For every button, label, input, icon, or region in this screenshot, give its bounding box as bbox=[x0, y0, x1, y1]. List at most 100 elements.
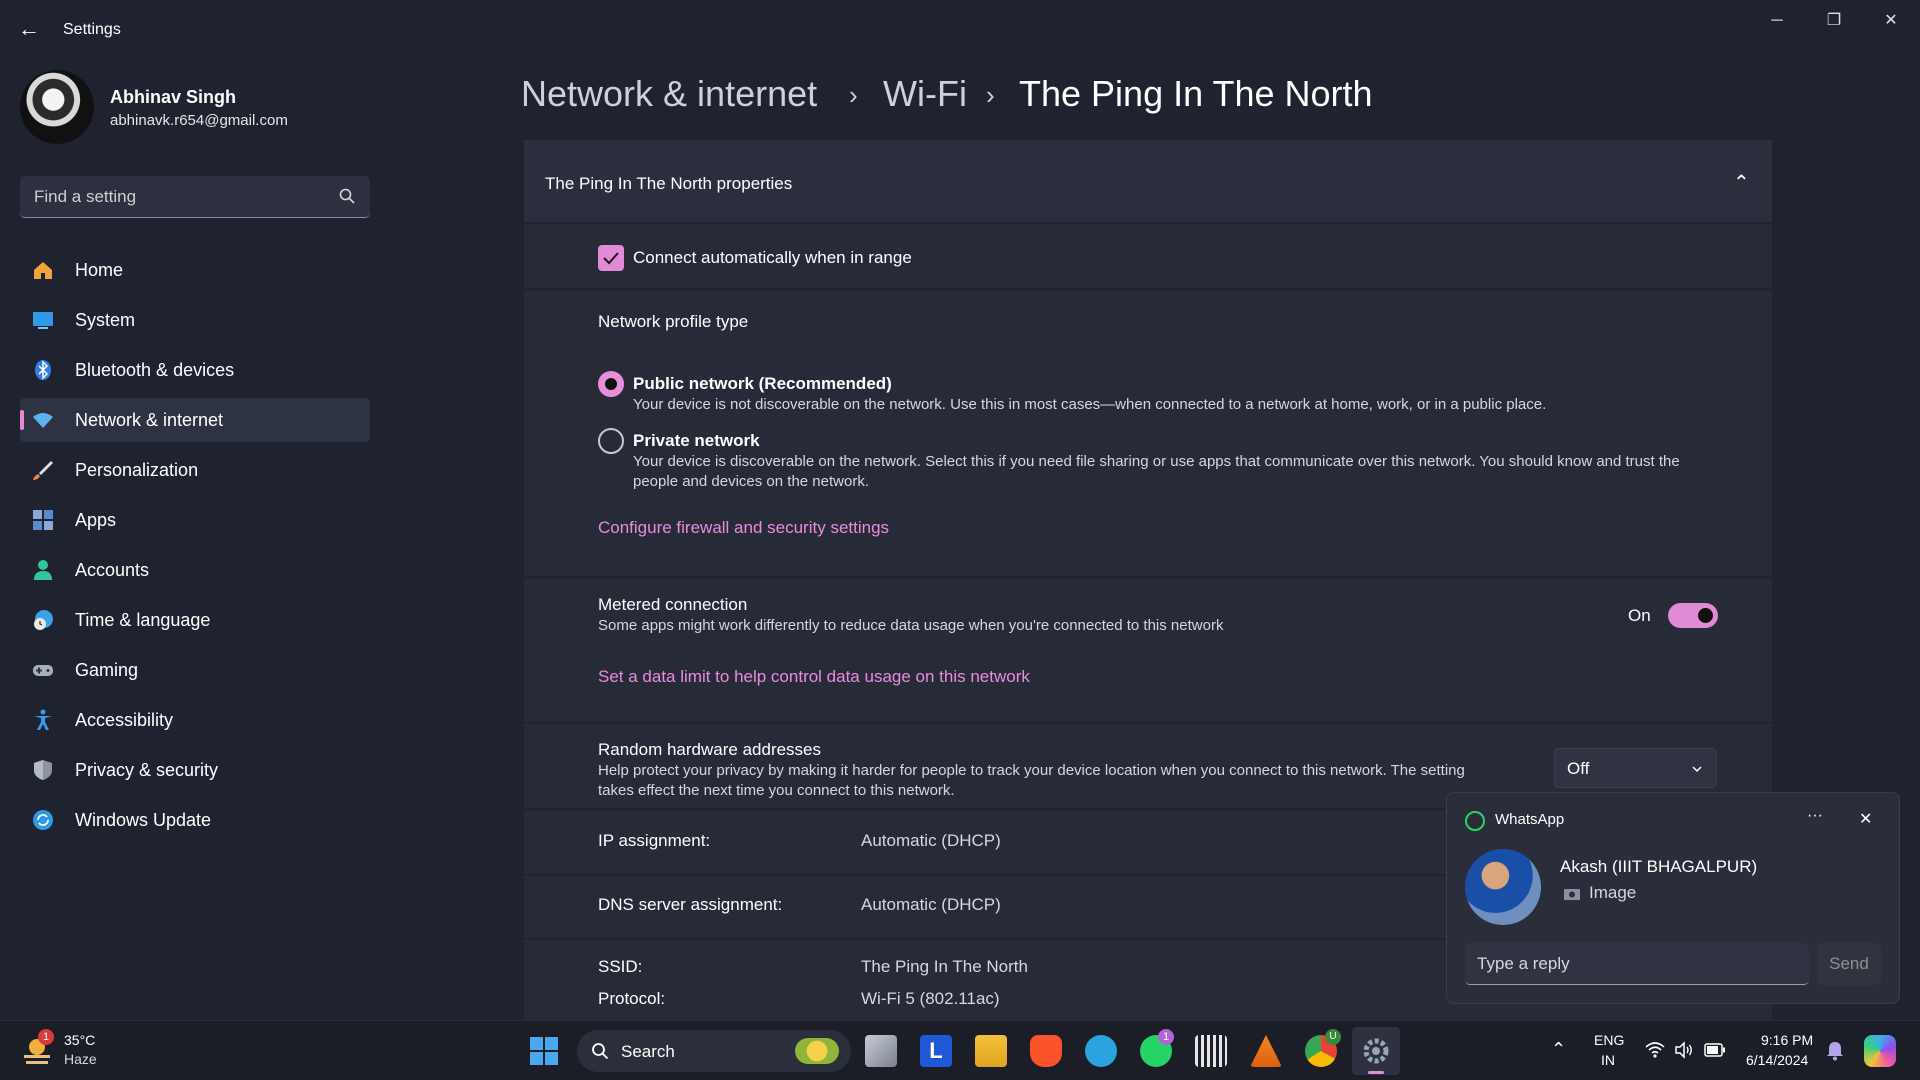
task-view-icon[interactable] bbox=[865, 1035, 897, 1067]
sidebar-item-home[interactable]: Home bbox=[20, 248, 370, 292]
sidebar-item-apps[interactable]: Apps bbox=[20, 498, 370, 542]
brave-browser-icon[interactable] bbox=[1030, 1035, 1062, 1067]
send-button[interactable]: Send bbox=[1817, 943, 1881, 985]
avatar[interactable] bbox=[20, 70, 94, 144]
sidebar-item-accessibility[interactable]: Accessibility bbox=[20, 698, 370, 742]
sender-name: Akash (IIIT BHAGALPUR) bbox=[1560, 857, 1758, 876]
back-button[interactable]: ← bbox=[18, 18, 42, 42]
weather-widget[interactable]: 1 bbox=[20, 1029, 60, 1069]
language-top[interactable]: ENG bbox=[1594, 1032, 1624, 1048]
settings-taskbar-button[interactable] bbox=[1352, 1027, 1400, 1075]
update-icon bbox=[33, 810, 53, 830]
dns-assignment-label: DNS server assignment: bbox=[598, 895, 783, 914]
contact-avatar bbox=[1465, 849, 1541, 925]
volume-icon[interactable] bbox=[1674, 1041, 1694, 1059]
sidebar-item-personalization[interactable]: Personalization bbox=[20, 448, 370, 492]
search-input[interactable]: Find a setting bbox=[20, 176, 370, 218]
sidebar-item-label: Gaming bbox=[75, 660, 139, 680]
breadcrumb-separator: › bbox=[849, 80, 858, 110]
restore-button[interactable]: ❐ bbox=[1806, 8, 1862, 34]
message-preview: Image bbox=[1589, 883, 1637, 902]
whatsapp-notification[interactable]: WhatsApp ··· ✕ Akash (IIIT BHAGALPUR) Im… bbox=[1446, 792, 1900, 1004]
protocol-value: Wi-Fi 5 (802.11ac) bbox=[861, 989, 1000, 1008]
private-network-label[interactable]: Private network bbox=[633, 431, 760, 451]
connect-auto-row: Connect automatically when in range bbox=[524, 224, 1772, 288]
public-network-label[interactable]: Public network (Recommended) bbox=[633, 374, 892, 394]
network-profile-section: Network profile type Public network (Rec… bbox=[524, 290, 1772, 576]
gamepad-icon bbox=[33, 665, 53, 676]
sidebar-item-label: Windows Update bbox=[75, 810, 212, 830]
connect-auto-checkbox[interactable] bbox=[598, 245, 624, 271]
sidebar-item-system[interactable]: System bbox=[20, 298, 370, 342]
random-hw-title: Random hardware addresses bbox=[598, 740, 822, 759]
toggle-knob bbox=[1698, 608, 1713, 623]
weather-desc: Haze bbox=[64, 1051, 97, 1067]
toast-close-icon[interactable]: ✕ bbox=[1859, 809, 1872, 829]
windows-start-icon[interactable] bbox=[529, 1036, 559, 1066]
sidebar-item-windows-update[interactable]: Windows Update bbox=[20, 798, 370, 842]
telegram-icon[interactable] bbox=[1085, 1035, 1117, 1067]
taskbar-search[interactable]: Search bbox=[577, 1030, 851, 1072]
random-hw-dropdown[interactable]: Off bbox=[1554, 748, 1717, 788]
clock-date[interactable]: 6/14/2024 bbox=[1746, 1052, 1808, 1068]
sidebar-item-gaming[interactable]: Gaming bbox=[20, 648, 370, 692]
system-icon bbox=[33, 312, 53, 329]
tray-overflow-icon[interactable]: ⌃ bbox=[1551, 1039, 1566, 1060]
private-network-desc: people and devices on the network. bbox=[633, 473, 869, 490]
sidebar-item-label: Accessibility bbox=[75, 710, 174, 730]
chrome-profile-badge: U bbox=[1325, 1029, 1341, 1045]
battery-icon[interactable] bbox=[1704, 1043, 1726, 1057]
wifi-tray-icon[interactable] bbox=[1645, 1041, 1665, 1059]
public-network-radio[interactable] bbox=[598, 371, 624, 397]
sidebar-item-accounts[interactable]: Accounts bbox=[20, 548, 370, 592]
sidebar-item-label: Apps bbox=[75, 510, 117, 530]
bluetooth-icon bbox=[35, 360, 51, 380]
weather-badge: 1 bbox=[38, 1029, 54, 1045]
image-icon bbox=[1564, 889, 1580, 900]
l-app-icon[interactable]: L bbox=[920, 1035, 952, 1067]
close-button[interactable]: ✕ bbox=[1863, 8, 1919, 34]
brush-icon bbox=[33, 461, 53, 480]
minimize-button[interactable]: ─ bbox=[1749, 8, 1805, 34]
shield-icon bbox=[34, 760, 52, 780]
whatsapp-taskbar-icon[interactable]: 1 bbox=[1140, 1029, 1174, 1067]
sidebar-item-bluetooth[interactable]: Bluetooth & devices bbox=[20, 348, 370, 392]
sidebar-item-time-language[interactable]: Time & language bbox=[20, 598, 370, 642]
file-explorer-icon[interactable] bbox=[975, 1035, 1007, 1067]
whatsapp-icon bbox=[1465, 811, 1485, 831]
page-title: The Ping In The North bbox=[1019, 73, 1373, 114]
notification-bell-icon[interactable] bbox=[1826, 1041, 1844, 1061]
language-bottom[interactable]: IN bbox=[1601, 1052, 1615, 1068]
chevron-up-icon[interactable]: ⌃ bbox=[1733, 170, 1750, 195]
more-options-icon[interactable]: ··· bbox=[1807, 807, 1823, 825]
sidebar-item-network[interactable]: Network & internet bbox=[20, 398, 370, 442]
connect-auto-label: Connect automatically when in range bbox=[633, 248, 912, 267]
clock-time[interactable]: 9:16 PM bbox=[1761, 1032, 1813, 1048]
back-arrow-icon: ← bbox=[18, 16, 40, 41]
chrome-icon[interactable]: U bbox=[1305, 1029, 1341, 1067]
random-hw-value: Off bbox=[1567, 759, 1590, 778]
firewall-settings-link[interactable]: Configure firewall and security settings bbox=[598, 518, 889, 538]
reply-input[interactable]: Type a reply bbox=[1465, 943, 1809, 985]
whatsapp-badge: 1 bbox=[1158, 1029, 1174, 1045]
sidebar-item-label: System bbox=[75, 310, 136, 330]
metered-toggle[interactable] bbox=[1668, 603, 1718, 628]
library-app-icon[interactable] bbox=[1195, 1035, 1227, 1067]
copilot-icon[interactable] bbox=[1864, 1035, 1896, 1067]
metered-state-label: On bbox=[1628, 606, 1651, 625]
app-title: Settings bbox=[63, 21, 121, 38]
public-network-desc: Your device is not discoverable on the n… bbox=[633, 396, 1547, 413]
properties-header[interactable]: The Ping In The North properties ⌃ bbox=[524, 140, 1772, 222]
vlc-icon[interactable] bbox=[1250, 1035, 1282, 1067]
metered-desc: Some apps might work differently to redu… bbox=[598, 617, 1224, 634]
user-email: abhinavk.r654@gmail.com bbox=[110, 112, 288, 129]
sidebar-item-privacy[interactable]: Privacy & security bbox=[20, 748, 370, 792]
data-limit-link[interactable]: Set a data limit to help control data us… bbox=[598, 667, 1030, 687]
breadcrumb-network[interactable]: Network & internet bbox=[521, 73, 817, 115]
protocol-label: Protocol: bbox=[598, 989, 666, 1008]
breadcrumb-wifi[interactable]: Wi-Fi bbox=[883, 73, 967, 115]
private-network-radio[interactable] bbox=[598, 428, 624, 454]
wifi-icon bbox=[33, 413, 53, 428]
random-hw-desc: takes effect the next time you connect t… bbox=[598, 782, 955, 799]
ssid-value: The Ping In The North bbox=[861, 957, 1028, 976]
